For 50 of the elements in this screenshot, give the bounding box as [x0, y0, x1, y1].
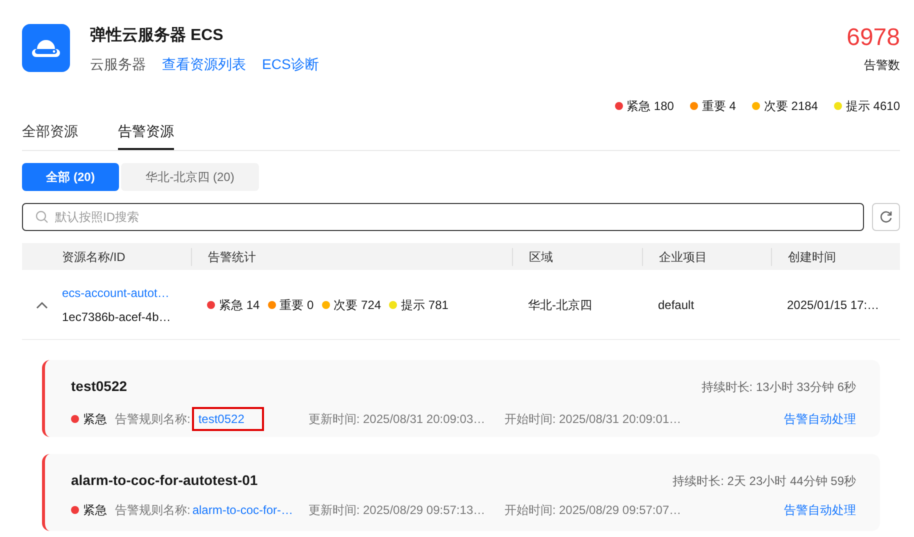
resource-name-link[interactable]: ecs-account-autot…	[62, 284, 191, 302]
severity-label: 紧急	[83, 502, 107, 519]
alarm-title: alarm-to-coc-for-autotest-01	[71, 471, 258, 490]
refresh-button[interactable]	[872, 203, 900, 231]
header-link[interactable]: 查看资源列表	[162, 54, 246, 75]
stat-label: 重要 0	[280, 296, 314, 314]
auto-handle-link[interactable]: 告警自动处理	[784, 501, 856, 519]
stat-label: 紧急 14	[219, 296, 260, 314]
resource-id: 1ec7386b-acef-4b…	[62, 308, 172, 326]
legend-label: 紧急 180	[626, 98, 674, 115]
table-cell: default	[658, 298, 694, 312]
start-time: 开始时间: 2025/08/31 20:09:01…	[504, 411, 682, 428]
tab[interactable]: 全部资源	[22, 121, 78, 150]
page-subtitle: 云服务器	[90, 55, 146, 74]
header-link[interactable]: ECS诊断	[262, 54, 319, 75]
start-time: 开始时间: 2025/08/29 09:57:07…	[504, 502, 682, 519]
auto-handle-link[interactable]: 告警自动处理	[784, 410, 856, 428]
column-header: 区域	[529, 250, 553, 264]
rule-link[interactable]: test0522	[192, 407, 264, 431]
table-cell: 2025/01/15 17:…	[787, 298, 880, 312]
column-header: 告警统计	[208, 250, 256, 264]
column-header: 企业项目	[659, 250, 707, 264]
column-header: 资源名称/ID	[62, 250, 126, 264]
alarm-duration: 持续时长: 13小时 33分钟 6秒	[701, 378, 856, 396]
alarm-total-label: 告警数	[864, 57, 900, 74]
stat-label: 次要 724	[334, 296, 382, 314]
alarm-duration: 持续时长: 2天 23小时 44分钟 59秒	[672, 472, 856, 490]
rule-link[interactable]: alarm-to-coc-for-…	[192, 501, 294, 519]
rule-label: 告警规则名称:	[115, 502, 190, 519]
cloud-server-icon	[22, 24, 70, 72]
column-header: 创建时间	[788, 250, 836, 264]
search-icon	[35, 210, 49, 224]
refresh-icon	[879, 210, 893, 224]
alarm-total: 6978	[846, 24, 900, 52]
chevron-icon[interactable]	[36, 300, 48, 308]
table-cell: 华北-北京四	[528, 298, 592, 312]
legend-label: 重要 4	[702, 98, 736, 115]
stat-label: 提示 781	[401, 296, 448, 314]
update-time: 更新时间: 2025/08/29 09:57:13…	[308, 502, 486, 519]
severity-label: 紧急	[83, 411, 107, 428]
tab[interactable]: 告警资源	[118, 121, 174, 150]
search-field[interactable]: 默认按照ID搜索	[22, 203, 864, 231]
legend-label: 次要 2184	[764, 98, 818, 115]
update-time: 更新时间: 2025/08/31 20:09:03…	[308, 411, 486, 428]
alarm-title: test0522	[71, 377, 128, 396]
rule-label: 告警规则名称:	[115, 411, 190, 428]
legend-label: 提示 4610	[846, 98, 900, 115]
filter-button[interactable]: 华北-北京四 (20)	[121, 163, 259, 191]
page-title: 弹性云服务器 ECS	[90, 26, 224, 46]
filter-button[interactable]: 全部 (20)	[22, 163, 119, 191]
